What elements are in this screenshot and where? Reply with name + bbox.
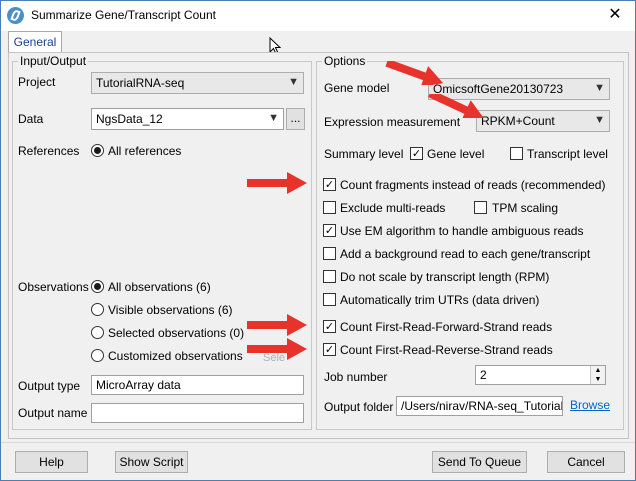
chevron-down-icon: ▼ xyxy=(594,82,605,94)
observations-visible-radio[interactable] xyxy=(91,303,104,316)
observations-customized-label: Customized observations xyxy=(108,349,243,363)
data-value: NgsData_12 xyxy=(96,112,163,126)
tpm-scaling-label: TPM scaling xyxy=(492,201,559,215)
footer-separator xyxy=(1,442,635,443)
window-title: Summarize Gene/Transcript Count xyxy=(31,8,216,22)
observations-all-label: All observations (6) xyxy=(108,280,211,294)
annotation-arrow-icon xyxy=(247,172,307,194)
count-fragments-label: Count fragments instead of reads (recomm… xyxy=(340,178,606,192)
annotation-arrow-icon xyxy=(428,94,485,118)
data-label: Data xyxy=(18,112,44,126)
project-value: TutorialRNA-seq xyxy=(96,76,185,90)
data-select[interactable]: NgsData_12 ▼ xyxy=(91,108,284,130)
first-read-forward-checkbox[interactable]: ✓ xyxy=(323,320,336,333)
job-number-label: Job number xyxy=(324,370,388,384)
tab-general[interactable]: General xyxy=(8,31,62,53)
references-all-radio[interactable] xyxy=(91,144,104,157)
observations-label: Observations xyxy=(18,280,89,294)
add-background-label: Add a background read to each gene/trans… xyxy=(340,247,591,261)
project-label: Project xyxy=(18,75,56,89)
browse-link[interactable]: Browse xyxy=(570,398,610,412)
output-name-field[interactable] xyxy=(91,403,304,423)
observations-customized-radio[interactable] xyxy=(91,349,104,362)
first-read-forward-label: Count First-Read-Forward-Strand reads xyxy=(340,320,553,334)
chevron-down-icon: ▼ xyxy=(594,114,605,126)
use-em-checkbox[interactable]: ✓ xyxy=(323,224,336,237)
check-icon: ✓ xyxy=(324,179,335,191)
spin-up-icon[interactable]: ▲ xyxy=(590,366,605,375)
no-scale-checkbox[interactable] xyxy=(323,270,336,283)
references-option-label: All references xyxy=(108,144,182,158)
no-scale-label: Do not scale by transcript length (RPM) xyxy=(340,270,550,284)
project-select[interactable]: TutorialRNA-seq ▼ xyxy=(91,72,304,94)
job-number-value: 2 xyxy=(480,368,487,382)
show-script-button[interactable]: Show Script xyxy=(115,451,188,473)
check-icon: ✓ xyxy=(324,344,335,356)
use-em-label: Use EM algorithm to handle ambiguous rea… xyxy=(340,224,584,238)
add-background-checkbox[interactable] xyxy=(323,247,336,260)
gene-model-label: Gene model xyxy=(324,81,390,95)
output-type-label: Output type xyxy=(18,379,81,393)
general-panel: Input/Output Project TutorialRNA-seq ▼ D… xyxy=(8,52,629,439)
check-icon: ✓ xyxy=(411,148,422,160)
annotation-arrow-icon xyxy=(385,61,444,85)
summary-level-label: Summary level xyxy=(324,147,404,161)
output-folder-field[interactable]: /Users/nirav/RNA-seq_Tutorial/G xyxy=(396,396,563,416)
send-to-queue-button[interactable]: Send To Queue xyxy=(432,451,527,473)
expression-measurement-value: RPKM+Count xyxy=(481,114,555,128)
observations-visible-label: Visible observations (6) xyxy=(108,303,233,317)
annotation-arrow-icon xyxy=(247,314,307,336)
exclude-multi-reads-label: Exclude multi-reads xyxy=(340,201,446,215)
title-bar: Summarize Gene/Transcript Count ✕ xyxy=(1,1,635,31)
transcript-level-label: Transcript level xyxy=(527,147,608,161)
tpm-scaling-checkbox[interactable] xyxy=(474,201,487,214)
gene-level-checkbox[interactable]: ✓ xyxy=(410,147,423,160)
observations-selected-label: Selected observations (0) xyxy=(108,326,245,340)
transcript-level-checkbox[interactable] xyxy=(510,147,523,160)
output-type-field[interactable]: MicroArray data xyxy=(91,375,304,395)
chevron-down-icon: ▼ xyxy=(268,112,279,124)
cancel-button[interactable]: Cancel xyxy=(547,451,625,473)
help-button[interactable]: Help xyxy=(15,451,88,473)
input-output-legend: Input/Output xyxy=(20,54,87,68)
check-icon: ✓ xyxy=(324,225,335,237)
exclude-multi-reads-checkbox[interactable] xyxy=(323,201,336,214)
gene-level-label: Gene level xyxy=(427,147,485,161)
job-number-stepper[interactable]: 2 ▲ ▼ xyxy=(475,365,606,385)
spin-down-icon[interactable]: ▼ xyxy=(590,375,605,384)
chevron-down-icon: ▼ xyxy=(288,76,299,88)
check-icon: ✓ xyxy=(324,321,335,333)
first-read-reverse-label: Count First-Read-Reverse-Strand reads xyxy=(340,343,553,357)
trim-utrs-checkbox[interactable] xyxy=(323,293,336,306)
dialog-window: Summarize Gene/Transcript Count ✕ Genera… xyxy=(0,0,636,481)
annotation-arrow-icon xyxy=(247,338,307,360)
data-browse-button[interactable]: ... xyxy=(286,108,305,130)
output-name-label: Output name xyxy=(18,406,88,420)
trim-utrs-label: Automatically trim UTRs (data driven) xyxy=(340,293,540,307)
app-logo-icon xyxy=(7,7,24,24)
first-read-reverse-checkbox[interactable]: ✓ xyxy=(323,343,336,356)
observations-selected-radio[interactable] xyxy=(91,326,104,339)
close-icon[interactable]: ✕ xyxy=(597,3,633,27)
output-folder-label: Output folder xyxy=(324,400,394,414)
references-label: References xyxy=(18,144,80,158)
observations-all-radio[interactable] xyxy=(91,280,104,293)
expression-measurement-select[interactable]: RPKM+Count ▼ xyxy=(476,110,610,132)
options-legend: Options xyxy=(324,54,366,68)
count-fragments-checkbox[interactable]: ✓ xyxy=(323,178,336,191)
